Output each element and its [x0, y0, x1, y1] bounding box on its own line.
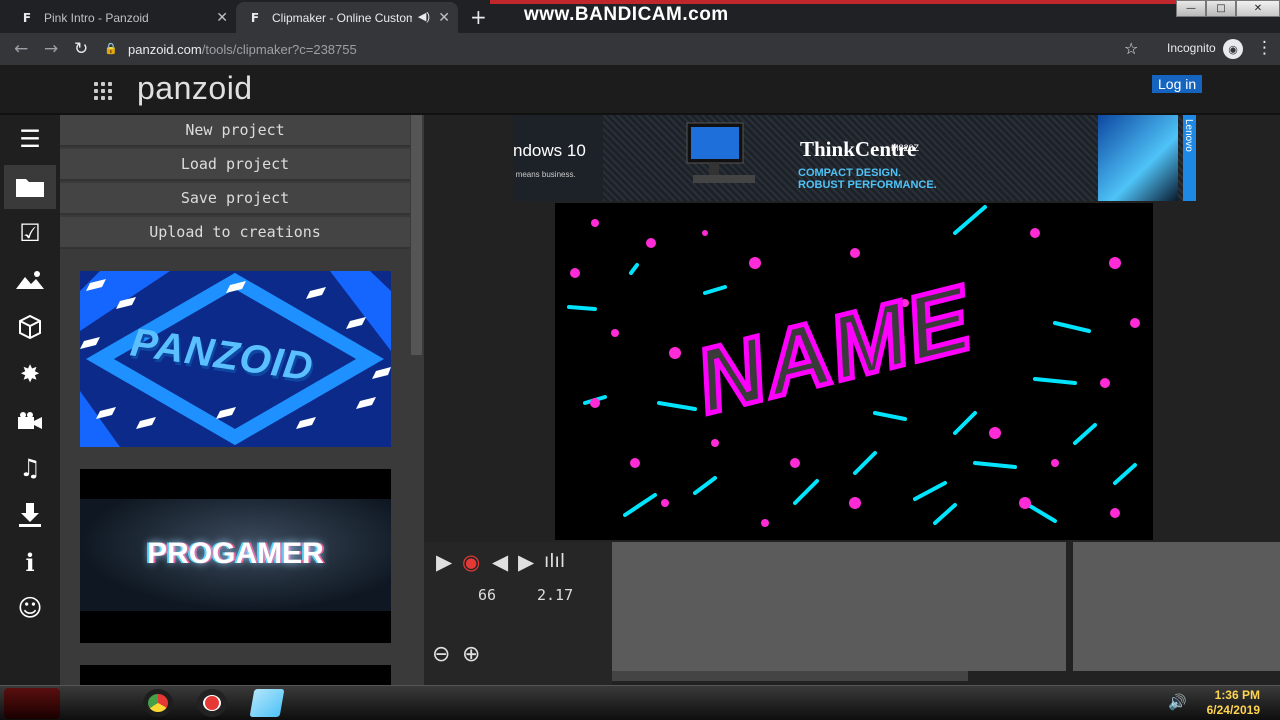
volume-icon[interactable]: 🔊	[1168, 693, 1187, 711]
step-back-icon[interactable]: ◀	[492, 550, 508, 574]
lock-icon: 🔒	[104, 42, 118, 55]
play-icon[interactable]: ▶	[436, 550, 452, 574]
site-header: panzoid Log in	[0, 65, 1280, 115]
window-controls: — □ ✕	[1176, 0, 1280, 17]
ad-graphic	[1098, 115, 1178, 201]
template-thumbnail[interactable]	[80, 665, 391, 685]
panel-scrollbar[interactable]	[411, 115, 422, 355]
monitor-image	[686, 122, 755, 183]
tab-title: Pink Intro - Panzoid	[44, 10, 149, 25]
browser-menu-icon[interactable]: ⋮	[1256, 38, 1273, 58]
audio-playing-icon[interactable]: ◀)	[418, 10, 430, 23]
start-button[interactable]	[4, 688, 60, 719]
ad-headline-1: COMPACT DESIGN.	[798, 167, 902, 179]
panzoid-favicon-icon: F	[250, 10, 260, 25]
tab-strip: F Pink Intro - Panzoid ✕ F Clipmaker - O…	[0, 0, 1280, 33]
tool-rail: ☰ ☑ ✸ ♫ i ☺	[0, 115, 60, 685]
step-forward-icon[interactable]: ▶	[518, 550, 534, 574]
window-close-button[interactable]: ✕	[1236, 0, 1280, 17]
bandicam-watermark: www.BANDICAM.com	[524, 4, 729, 25]
template-thumbnail-panzoid[interactable]: PANZOID	[80, 271, 391, 447]
tab-pink-intro[interactable]: F Pink Intro - Panzoid ✕	[8, 2, 236, 33]
browser-toolbar: ← → ↻ 🔒 panzoid.com/tools/clipmaker?c=23…	[0, 33, 1280, 65]
app-icon[interactable]	[249, 689, 285, 717]
system-clock[interactable]: 1:36 PM 6/24/2019	[1196, 688, 1260, 718]
timeline-scrollbar[interactable]	[612, 671, 968, 681]
chrome-beta-icon[interactable]	[143, 689, 173, 717]
minimize-button[interactable]: —	[1176, 0, 1206, 17]
maximize-button[interactable]: □	[1206, 0, 1236, 17]
bookmark-star-icon[interactable]: ☆	[1124, 39, 1138, 58]
timeline-track-right[interactable]	[1073, 542, 1280, 671]
timeline-track[interactable]	[612, 542, 1066, 671]
tab-clipmaker[interactable]: F Clipmaker - Online Custom I ◀) ✕	[236, 2, 458, 33]
zoom-out-icon[interactable]: ⊖	[432, 642, 450, 667]
panzoid-favicon-icon: F	[22, 10, 32, 25]
login-button[interactable]: Log in	[1152, 75, 1203, 93]
clock-date: 6/24/2019	[1206, 703, 1260, 717]
screen: F Pink Intro - Panzoid ✕ F Clipmaker - O…	[0, 0, 1280, 720]
tab-title: Clipmaker - Online Custom I	[272, 10, 412, 25]
apps-grid-icon[interactable]	[94, 82, 112, 100]
save-project-button[interactable]: Save project	[60, 183, 410, 215]
burst-icon[interactable]: ✸	[4, 352, 56, 396]
project-panel: New project Load project Save project Up…	[60, 115, 424, 685]
upload-to-creations-button[interactable]: Upload to creations	[60, 217, 410, 249]
ad-model: M820Z	[891, 143, 920, 153]
ad-os-text: ndows 10	[513, 141, 586, 160]
zoom-in-icon[interactable]: ⊕	[462, 642, 480, 667]
ad-side-brand: Lenovo	[1183, 115, 1196, 201]
info-icon[interactable]: i	[4, 540, 56, 584]
cube-icon[interactable]	[4, 305, 56, 349]
forward-arrow-icon[interactable]: →	[44, 39, 58, 59]
tab-close-icon[interactable]: ✕	[438, 10, 450, 26]
ad-tagline: o means business.	[513, 170, 576, 179]
incognito-label: Incognito	[1167, 41, 1216, 55]
template-thumbnail-progamer[interactable]: PROGAMER	[80, 469, 391, 643]
incognito-icon[interactable]: ◉	[1223, 39, 1243, 59]
load-project-button[interactable]: Load project	[60, 149, 410, 181]
new-project-button[interactable]: New project	[60, 115, 410, 147]
clock-time: 1:36 PM	[1214, 688, 1260, 702]
bandicam-record-icon[interactable]	[197, 689, 227, 717]
video-preview[interactable]: NAME	[555, 203, 1153, 540]
smiley-icon[interactable]: ☺	[4, 586, 56, 630]
checkbox-icon[interactable]: ☑	[4, 211, 56, 255]
template-label: PROGAMER	[147, 537, 324, 570]
new-tab-button[interactable]: +	[470, 5, 487, 29]
reload-icon[interactable]: ↻	[74, 39, 88, 59]
waveform-icon[interactable]: ılıl	[544, 550, 565, 572]
taskbar: 🔊 1:36 PM 6/24/2019	[0, 685, 1280, 720]
address-bar[interactable]: 🔒 panzoid.com/tools/clipmaker?c=238755	[104, 37, 1144, 61]
back-arrow-icon[interactable]: ←	[14, 39, 28, 59]
eye-icon[interactable]: ◉	[462, 550, 480, 574]
site-logo[interactable]: panzoid	[137, 70, 253, 107]
url-host: panzoid.com	[128, 41, 202, 57]
landscape-icon[interactable]	[4, 258, 56, 302]
time-value: 2.17	[537, 586, 574, 604]
timeline-controls: ▶ ◉ ◀ ▶ ılıl 66 2.17 ⊖ ⊕	[424, 542, 612, 685]
camera-icon[interactable]	[4, 399, 56, 443]
download-icon[interactable]	[4, 493, 56, 537]
advertisement-banner[interactable]: ndows 10 o means business. ThinkCentre M…	[513, 115, 1196, 201]
editor-main: ndows 10 o means business. ThinkCentre M…	[424, 115, 1280, 685]
music-note-icon[interactable]: ♫	[4, 446, 56, 490]
frame-value: 66	[478, 586, 497, 604]
menu-icon[interactable]: ☰	[4, 117, 56, 161]
ad-headline-2: ROBUST PERFORMANCE.	[798, 179, 937, 191]
url-path: /tools/clipmaker?c=238755	[201, 41, 357, 57]
folder-icon[interactable]	[4, 165, 56, 209]
tab-close-icon[interactable]: ✕	[216, 10, 228, 26]
